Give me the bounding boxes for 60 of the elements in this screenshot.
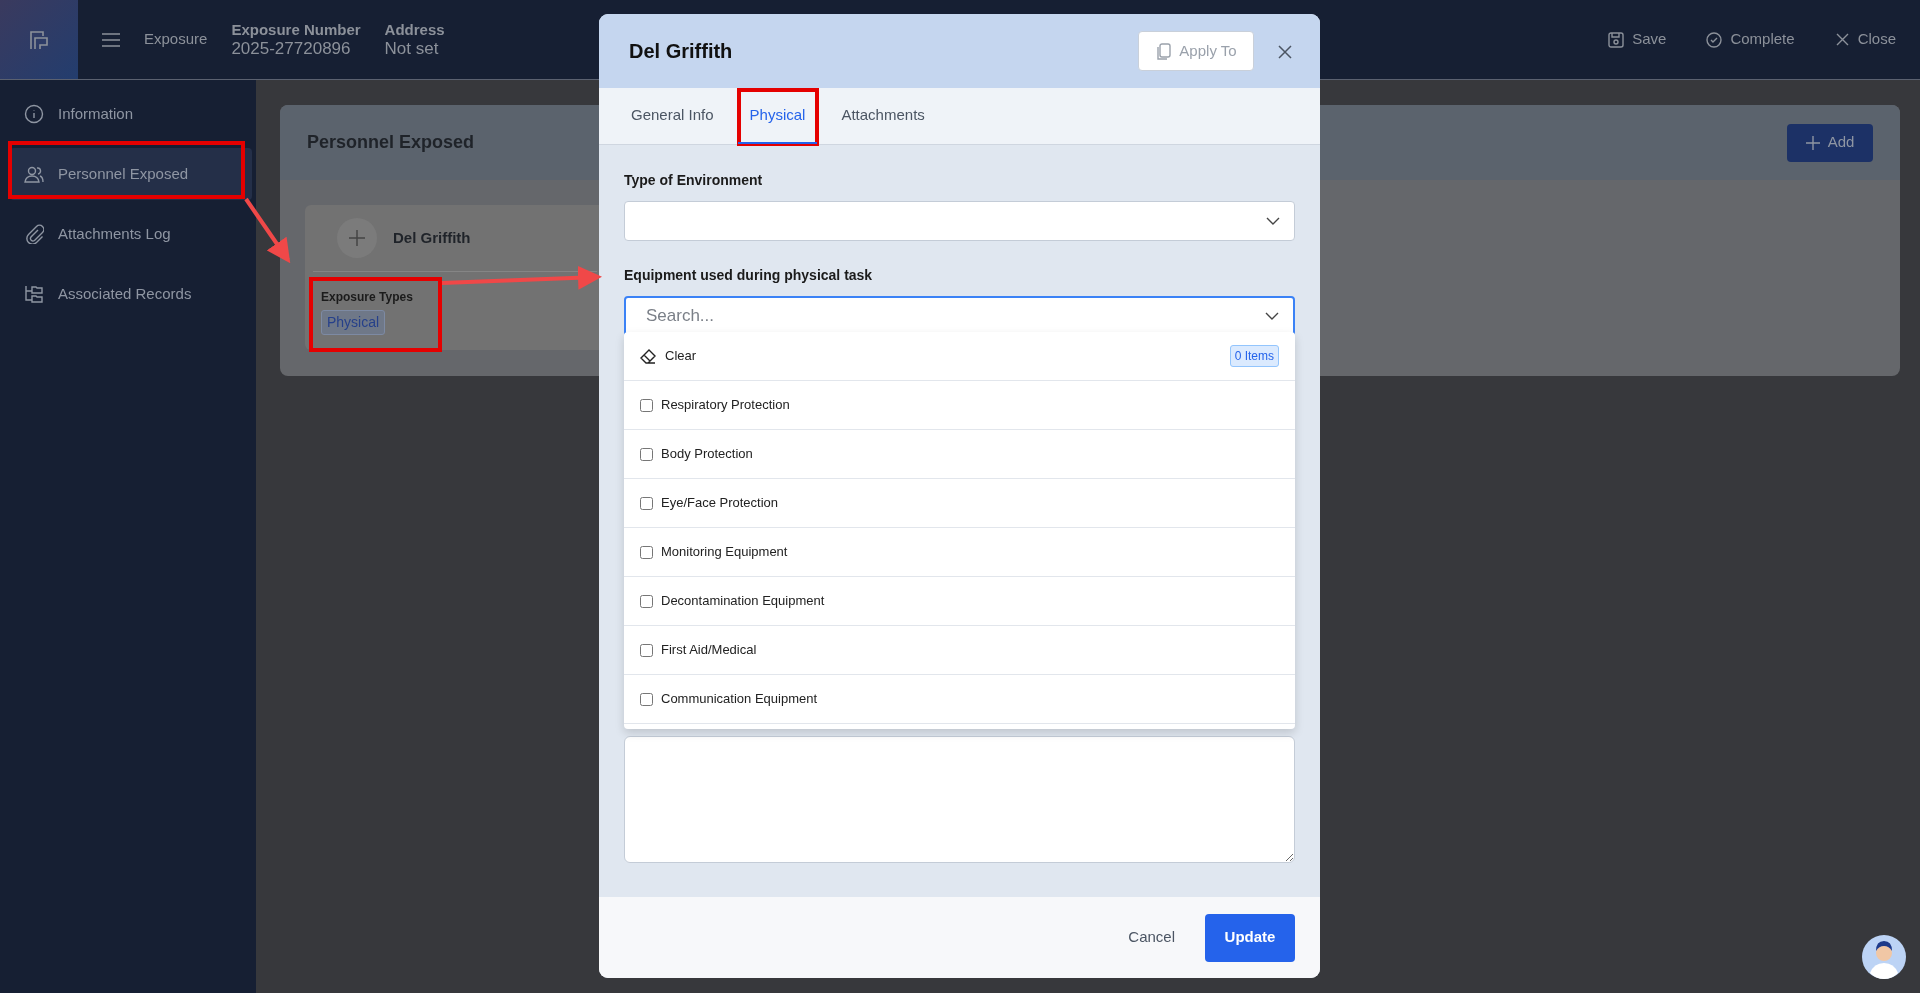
dialog-title: Del Griffith xyxy=(629,39,733,64)
sidebar-item[interactable]: Associated Records xyxy=(10,268,252,320)
dropdown-option[interactable]: Respiratory Protection xyxy=(624,381,1295,430)
avatar-icon[interactable] xyxy=(1862,935,1906,979)
sidebar-item[interactable]: Personnel Exposed xyxy=(10,148,252,200)
paperclip-icon xyxy=(24,224,44,244)
close-icon xyxy=(1834,32,1850,47)
check-circle-icon xyxy=(1706,31,1723,48)
header-action-button[interactable]: Close xyxy=(1834,28,1896,51)
dialog-tab[interactable]: Attachments xyxy=(829,88,937,144)
dropdown-option[interactable]: Monitoring Equipment xyxy=(624,528,1295,577)
dialog-tab[interactable]: General Info xyxy=(619,88,726,144)
dropdown-option[interactable]: Decontamination Equipment xyxy=(624,577,1295,626)
exposure-tag: Physical xyxy=(321,310,386,335)
checkbox[interactable] xyxy=(640,496,653,510)
annotation-arrow xyxy=(244,197,291,264)
panel-title: Personnel Exposed xyxy=(307,131,475,154)
header-action-button[interactable]: Save xyxy=(1608,28,1667,51)
field-value: Not set xyxy=(384,38,440,59)
menu-icon[interactable] xyxy=(102,32,120,47)
dropdown-option[interactable]: Eye/Face Protection xyxy=(624,479,1295,528)
field-label: Type of Environment xyxy=(624,171,764,190)
field-label: Equipment used during physical task xyxy=(624,266,874,285)
checkbox[interactable] xyxy=(640,692,653,706)
save-icon xyxy=(1608,31,1625,48)
module-title: Exposure xyxy=(144,29,208,50)
dropdown-option[interactable]: First Aid/Medical xyxy=(624,626,1295,675)
exposure-types-label: Exposure Types xyxy=(321,289,414,306)
field-value: 2025-27720896 xyxy=(231,38,352,59)
header-action-button[interactable]: Complete xyxy=(1706,28,1795,51)
plus-icon xyxy=(1805,135,1820,150)
field-label: Exposure Number xyxy=(231,20,361,39)
notes-field[interactable] xyxy=(624,736,1295,863)
clear-button[interactable]: Clear xyxy=(640,346,697,366)
info-icon xyxy=(24,104,44,124)
dialog-tab[interactable]: Physical xyxy=(737,88,818,144)
checkbox[interactable] xyxy=(640,643,653,657)
checkbox[interactable] xyxy=(640,398,653,412)
person-name: Del Griffith xyxy=(393,227,471,248)
logo-icon xyxy=(28,28,50,51)
eraser-icon xyxy=(640,348,656,364)
chevron-icon xyxy=(1266,217,1280,225)
folders-icon xyxy=(24,284,44,304)
cancel-button[interactable]: Cancel xyxy=(1122,925,1181,950)
checkbox[interactable] xyxy=(640,447,653,461)
plus-icon xyxy=(348,229,366,247)
dropdown-option[interactable]: Communication Equipment xyxy=(624,675,1295,724)
sidebar-item[interactable]: Information xyxy=(10,88,252,140)
search-field[interactable]: Search... xyxy=(644,302,1265,330)
add-button[interactable]: Add xyxy=(1787,123,1873,162)
field-label: Address xyxy=(384,20,445,39)
update-button[interactable]: Update xyxy=(1205,913,1295,962)
dropdown-option[interactable]: Body Protection xyxy=(624,430,1295,479)
copy-icon xyxy=(1155,42,1172,60)
checkbox[interactable] xyxy=(640,594,653,608)
sidebar-item[interactable]: Attachments Log xyxy=(10,208,252,260)
item-count: 0 Items xyxy=(1229,345,1279,367)
checkbox[interactable] xyxy=(640,545,653,559)
people-icon xyxy=(24,164,44,184)
chevron-icon xyxy=(1265,312,1279,320)
